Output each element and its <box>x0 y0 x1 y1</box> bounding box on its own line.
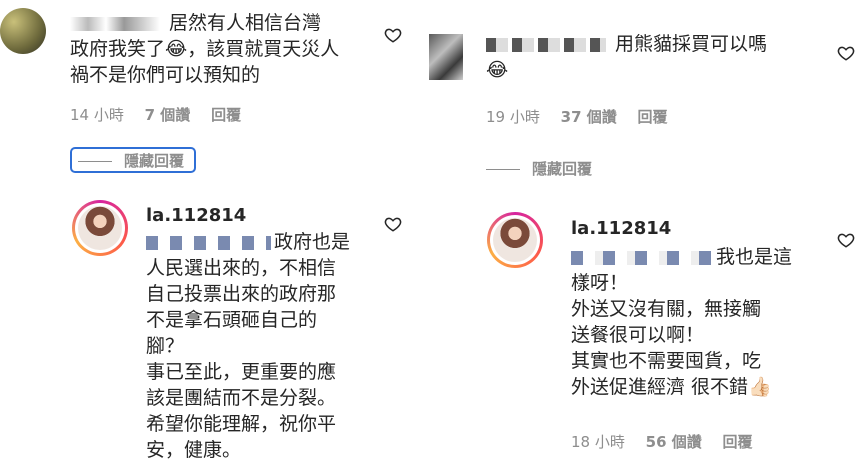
comment-time: 14 小時 <box>70 106 124 124</box>
reply-line-3: 外送又沒有關，無接觸 <box>571 298 762 320</box>
reply-username[interactable]: la.112814 <box>571 218 671 239</box>
reply-line-6: 外送促進經濟 很不錯👍🏻 <box>571 376 772 398</box>
right-comment-thread: 用熊貓採買可以嗎 😂 19 小時 37 個讚 回覆 隱藏回覆 la.112814… <box>429 0 858 460</box>
reply-line-5: 其實也不需要囤貨，吃 <box>571 350 762 372</box>
reply-button[interactable]: 回覆 <box>638 108 668 126</box>
comment-likes[interactable]: 37 個讚 <box>561 108 617 126</box>
reply-text: 政府也是 人民選出來的，不相信 自己投票出來的政府那 不是拿石頭砸自己的 腳？ … <box>146 229 350 460</box>
comment-line-1: 居然有人相信台灣 <box>169 12 322 34</box>
reply-line-5: 腳？ <box>146 335 185 357</box>
reply-line-4: 不是拿石頭砸自己的 <box>146 309 318 331</box>
reply-avatar[interactable] <box>487 212 543 268</box>
reply-line-8: 希望你能理解，祝你平 <box>146 413 337 435</box>
heart-outline-icon[interactable] <box>384 215 402 233</box>
reply-line-7: 該是團結而不是分裂。 <box>146 387 337 409</box>
heart-outline-icon[interactable] <box>384 26 402 44</box>
reply-time: 18 小時 <box>571 433 625 451</box>
hide-replies-label: 隱藏回覆 <box>124 152 185 170</box>
reply-button[interactable]: 回覆 <box>211 106 241 124</box>
hide-replies-button[interactable]: 隱藏回覆 <box>78 150 184 171</box>
comment-meta: 14 小時 7 個讚 回覆 <box>70 104 241 125</box>
hide-replies-line <box>486 169 520 170</box>
reply-line-4: 送餐很可以啊！ <box>571 324 705 346</box>
comment-meta: 19 小時 37 個讚 回覆 <box>486 106 668 127</box>
comment-text: 用熊貓採買可以嗎 😂 <box>486 31 767 83</box>
reply-avatar[interactable] <box>72 200 128 256</box>
reply-line-3: 自己投票出來的政府那 <box>146 283 337 305</box>
comment-text: 居然有人相信台灣 政府我笑了😂，該買就買天災人 禍不是你們可以預知的 <box>70 10 339 88</box>
reply-line-1: 政府也是 <box>274 231 351 253</box>
reply-line-1: 我也是這 <box>716 246 793 268</box>
avatar-photo <box>493 218 537 262</box>
reply-line-2: 樣呀！ <box>571 272 629 294</box>
redacted-mention <box>571 250 713 265</box>
commenter-avatar[interactable] <box>429 34 463 80</box>
reply-likes[interactable]: 56 個讚 <box>646 433 702 451</box>
left-comment-thread: 居然有人相信台灣 政府我笑了😂，該買就買天災人 禍不是你們可以預知的 14 小時… <box>0 0 429 460</box>
comment-line-2: 😂 <box>486 59 509 81</box>
heart-outline-icon[interactable] <box>837 231 855 249</box>
redacted-username <box>486 37 606 52</box>
reply-line-2: 人民選出來的，不相信 <box>146 257 337 279</box>
reply-line-6: 事已至此，更重要的應 <box>146 361 337 383</box>
heart-outline-icon[interactable] <box>837 44 855 62</box>
hide-replies-button[interactable]: 隱藏回覆 <box>486 158 592 179</box>
redacted-username <box>70 16 160 31</box>
reply-reply-button[interactable]: 回覆 <box>723 433 753 451</box>
redacted-mention <box>146 235 271 250</box>
reply-meta: 18 小時 56 個讚 回覆 <box>571 431 753 452</box>
reply-username[interactable]: la.112814 <box>146 205 246 226</box>
reply-line-9: 安，健康。 <box>146 439 242 460</box>
hide-replies-line <box>78 161 112 162</box>
avatar-photo <box>78 206 122 250</box>
comment-time: 19 小時 <box>486 108 540 126</box>
commenter-avatar[interactable] <box>0 8 46 54</box>
comment-likes[interactable]: 7 個讚 <box>145 106 191 124</box>
comment-line-3: 禍不是你們可以預知的 <box>70 64 261 86</box>
comment-line-2: 政府我笑了😂，該買就買天災人 <box>70 38 340 60</box>
hide-replies-label: 隱藏回覆 <box>532 160 593 178</box>
comment-line-1: 用熊貓採買可以嗎 <box>615 33 768 55</box>
reply-text: 我也是這 樣呀！ 外送又沒有關，無接觸 送餐很可以啊！ 其實也不需要囤貨，吃 外… <box>571 244 792 400</box>
